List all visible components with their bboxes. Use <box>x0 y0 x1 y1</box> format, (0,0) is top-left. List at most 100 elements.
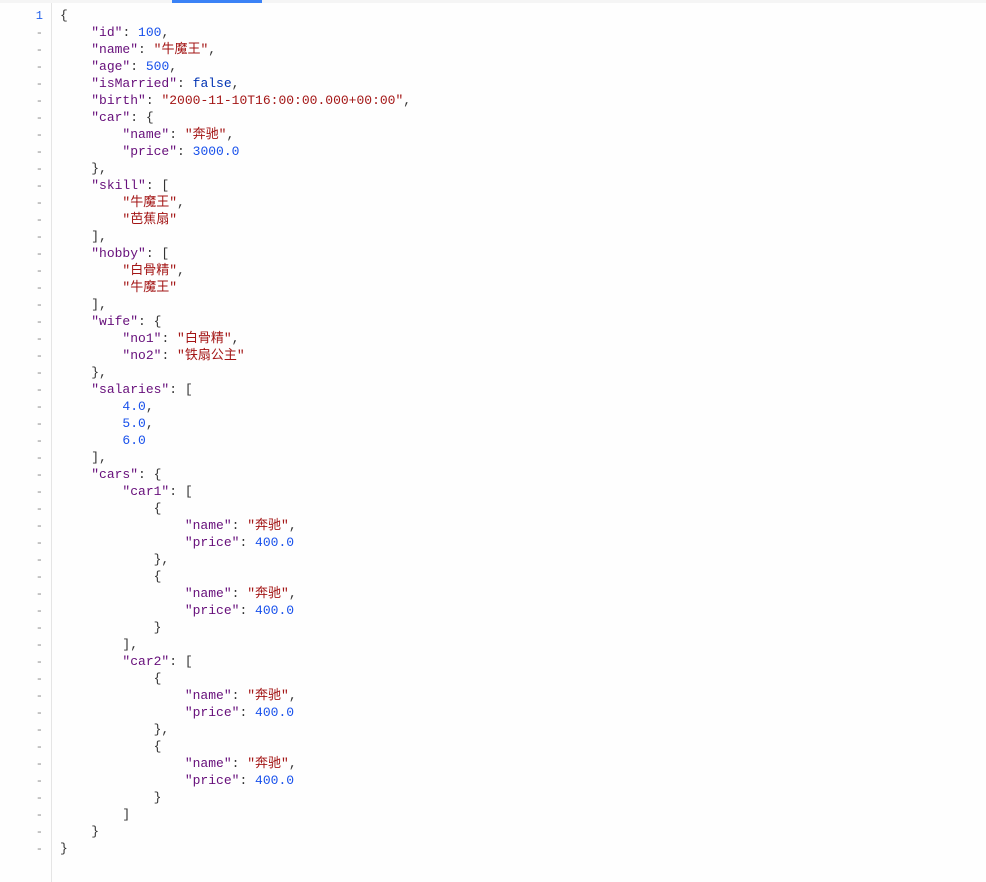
fold-marker-icon[interactable]: - <box>36 638 43 652</box>
gutter-line[interactable]: - <box>0 823 51 840</box>
fold-marker-icon[interactable]: - <box>36 417 43 431</box>
code-line[interactable]: "name": "牛魔王", <box>60 41 986 58</box>
fold-marker-icon[interactable]: - <box>36 825 43 839</box>
gutter-line[interactable]: - <box>0 75 51 92</box>
gutter-line[interactable]: - <box>0 602 51 619</box>
code-line[interactable]: ], <box>60 449 986 466</box>
gutter-line[interactable]: - <box>0 636 51 653</box>
fold-marker-icon[interactable]: - <box>36 570 43 584</box>
gutter-line[interactable]: - <box>0 772 51 789</box>
code-line[interactable]: "skill": [ <box>60 177 986 194</box>
code-line[interactable]: ], <box>60 296 986 313</box>
code-line[interactable]: "id": 100, <box>60 24 986 41</box>
fold-marker-icon[interactable]: - <box>36 706 43 720</box>
fold-marker-icon[interactable]: - <box>36 740 43 754</box>
gutter-line[interactable]: - <box>0 704 51 721</box>
code-line[interactable]: "芭蕉扇" <box>60 211 986 228</box>
fold-marker-icon[interactable]: - <box>36 587 43 601</box>
code-line[interactable]: "牛魔王" <box>60 279 986 296</box>
code-line[interactable]: { <box>60 670 986 687</box>
gutter-line[interactable]: - <box>0 721 51 738</box>
code-line[interactable]: }, <box>60 551 986 568</box>
fold-marker-icon[interactable]: - <box>36 145 43 159</box>
code-line[interactable]: 6.0 <box>60 432 986 449</box>
code-line[interactable]: 4.0, <box>60 398 986 415</box>
gutter-line[interactable]: - <box>0 483 51 500</box>
fold-marker-icon[interactable]: - <box>36 77 43 91</box>
code-line[interactable]: ], <box>60 636 986 653</box>
code-line[interactable]: "wife": { <box>60 313 986 330</box>
code-line[interactable]: ] <box>60 806 986 823</box>
gutter-line[interactable]: - <box>0 432 51 449</box>
code-line[interactable]: "birth": "2000-11-10T16:00:00.000+00:00"… <box>60 92 986 109</box>
code-line[interactable]: "price": 400.0 <box>60 772 986 789</box>
gutter-line[interactable]: - <box>0 619 51 636</box>
gutter-line[interactable]: - <box>0 449 51 466</box>
fold-marker-icon[interactable]: - <box>36 536 43 550</box>
gutter-line[interactable]: - <box>0 194 51 211</box>
code-line[interactable]: "car1": [ <box>60 483 986 500</box>
fold-marker-icon[interactable]: - <box>36 349 43 363</box>
code-line[interactable]: "price": 400.0 <box>60 704 986 721</box>
fold-marker-icon[interactable]: - <box>36 366 43 380</box>
fold-marker-icon[interactable]: - <box>36 468 43 482</box>
fold-marker-icon[interactable]: - <box>36 128 43 142</box>
gutter-line[interactable]: - <box>0 789 51 806</box>
code-line[interactable]: "name": "奔驰", <box>60 585 986 602</box>
code-line[interactable]: "age": 500, <box>60 58 986 75</box>
gutter-line[interactable]: - <box>0 568 51 585</box>
code-line[interactable]: "白骨精", <box>60 262 986 279</box>
gutter-line[interactable]: - <box>0 143 51 160</box>
fold-marker-icon[interactable]: - <box>36 791 43 805</box>
gutter-line[interactable]: - <box>0 517 51 534</box>
gutter-line[interactable]: - <box>0 262 51 279</box>
code-line[interactable]: "car": { <box>60 109 986 126</box>
code-area[interactable]: { "id": 100, "name": "牛魔王", "age": 500, … <box>52 3 986 882</box>
fold-marker-icon[interactable]: - <box>36 213 43 227</box>
fold-marker-icon[interactable]: - <box>36 162 43 176</box>
gutter-line[interactable]: - <box>0 466 51 483</box>
fold-marker-icon[interactable]: - <box>36 179 43 193</box>
gutter-line[interactable]: - <box>0 313 51 330</box>
code-line[interactable]: "牛魔王", <box>60 194 986 211</box>
fold-marker-icon[interactable]: - <box>36 808 43 822</box>
code-line[interactable]: } <box>60 789 986 806</box>
fold-marker-icon[interactable]: - <box>36 264 43 278</box>
fold-marker-icon[interactable]: - <box>36 655 43 669</box>
fold-marker-icon[interactable]: - <box>36 519 43 533</box>
gutter-line[interactable]: - <box>0 806 51 823</box>
fold-marker-icon[interactable]: - <box>36 553 43 567</box>
code-line[interactable]: } <box>60 619 986 636</box>
code-line[interactable]: { <box>60 7 986 24</box>
fold-marker-icon[interactable]: - <box>36 774 43 788</box>
code-line[interactable]: }, <box>60 364 986 381</box>
fold-marker-icon[interactable]: - <box>36 315 43 329</box>
code-line[interactable]: { <box>60 500 986 517</box>
fold-marker-icon[interactable]: - <box>36 434 43 448</box>
fold-marker-icon[interactable]: - <box>36 111 43 125</box>
code-line[interactable]: { <box>60 738 986 755</box>
fold-marker-icon[interactable]: - <box>36 451 43 465</box>
fold-marker-icon[interactable]: - <box>36 723 43 737</box>
fold-marker-icon[interactable]: - <box>36 621 43 635</box>
gutter-line[interactable]: - <box>0 211 51 228</box>
code-line[interactable]: "no2": "铁扇公主" <box>60 347 986 364</box>
gutter-line[interactable]: - <box>0 398 51 415</box>
fold-marker-icon[interactable]: - <box>36 298 43 312</box>
gutter-line[interactable]: - <box>0 330 51 347</box>
code-line[interactable]: "name": "奔驰", <box>60 517 986 534</box>
gutter-line[interactable]: - <box>0 551 51 568</box>
fold-marker-icon[interactable]: - <box>36 604 43 618</box>
gutter-line[interactable]: - <box>0 653 51 670</box>
gutter-line[interactable]: - <box>0 381 51 398</box>
code-line[interactable]: "price": 400.0 <box>60 602 986 619</box>
code-line[interactable]: ], <box>60 228 986 245</box>
gutter-line[interactable]: - <box>0 228 51 245</box>
gutter-line[interactable]: - <box>0 670 51 687</box>
gutter-line[interactable]: - <box>0 296 51 313</box>
gutter-line[interactable]: - <box>0 840 51 857</box>
fold-marker-icon[interactable]: - <box>36 383 43 397</box>
code-line[interactable]: "no1": "白骨精", <box>60 330 986 347</box>
code-line[interactable]: "isMarried": false, <box>60 75 986 92</box>
code-line[interactable]: }, <box>60 160 986 177</box>
